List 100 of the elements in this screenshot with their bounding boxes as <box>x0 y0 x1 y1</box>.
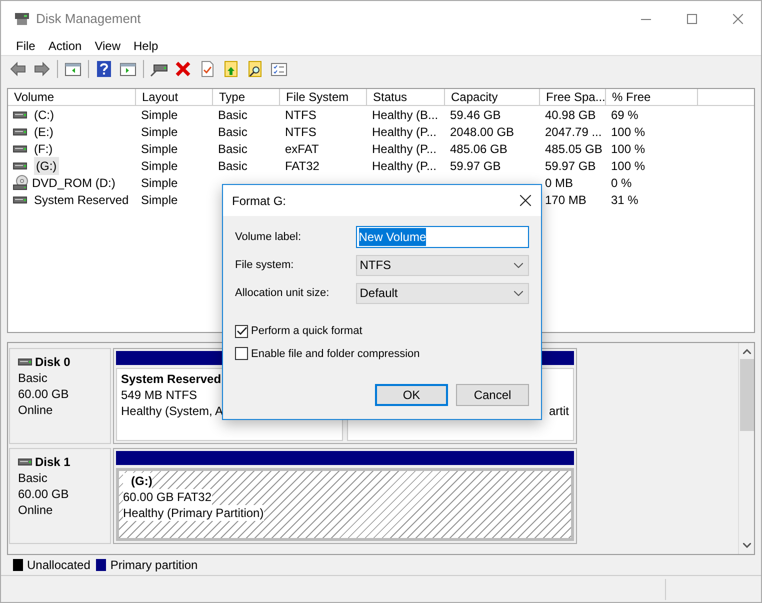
menu-item[interactable]: Help <box>128 37 164 55</box>
column-header[interactable]: Type <box>213 89 280 105</box>
table-cell-text: FAT32 <box>285 158 320 174</box>
table-cell-text: (F:) <box>34 140 53 158</box>
menu-item[interactable]: Action <box>42 37 88 55</box>
field-label: Volume label: <box>235 230 302 245</box>
disk-name: Disk 0 <box>35 354 70 370</box>
table-cell: (G:) <box>34 156 59 174</box>
drive-icon <box>13 144 27 152</box>
volume-label-field[interactable]: New Volume <box>356 226 529 248</box>
checkbox-label: Perform a quick format <box>251 324 362 339</box>
table-cell-text: 2048.00 GB <box>450 124 514 140</box>
table-cell-text: Simple <box>141 140 178 158</box>
disk-name: Disk 1 <box>35 454 70 470</box>
table-cell-text: 485.06 GB <box>450 140 508 158</box>
vertical-scrollbar[interactable] <box>738 343 754 554</box>
dropdown[interactable]: Default <box>356 282 529 304</box>
column-header[interactable]: Status <box>367 89 445 105</box>
table-cell-text: DVD_ROM (D:) <box>32 174 116 192</box>
cancel-button[interactable]: Cancel <box>456 384 529 406</box>
table-cell-text: Healthy (P... <box>372 124 436 140</box>
scroll-down-icon[interactable] <box>742 543 750 548</box>
panel-icon[interactable] <box>119 60 137 78</box>
scrollbar-thumb[interactable] <box>740 359 754 431</box>
scroll-up-icon[interactable] <box>742 349 750 354</box>
table-cell-text: Simple <box>141 192 178 208</box>
upload-folder-icon[interactable] <box>222 60 240 78</box>
disk-size: 60.00 GB <box>18 486 70 502</box>
table-cell-text: 59.46 GB <box>450 106 501 124</box>
column-header[interactable]: Free Spa... <box>540 89 606 105</box>
table-cell-text: Basic <box>218 106 248 124</box>
table-cell-text: 100 % <box>611 140 646 158</box>
minimize-icon <box>641 18 651 20</box>
table-cell-text: Simple <box>141 158 178 174</box>
help-icon[interactable] <box>95 60 113 78</box>
dropdown[interactable]: NTFS <box>356 254 529 276</box>
maximize-icon <box>687 14 697 24</box>
table-cell-text: 100 % <box>611 124 646 140</box>
selected-text: New Volume <box>358 228 426 246</box>
table-cell-text: 485.05 GB <box>545 140 602 158</box>
table-cell-text: 40.98 GB <box>545 106 596 124</box>
table-cell-text: Simple <box>141 174 178 192</box>
table-cell-text: NTFS <box>285 106 316 124</box>
disk-type: Basic <box>18 370 48 386</box>
checkbox[interactable] <box>235 347 248 360</box>
app-icon <box>14 12 30 26</box>
delete-icon[interactable] <box>174 60 192 78</box>
close-icon <box>733 14 743 24</box>
column-header[interactable]: Layout <box>136 89 213 105</box>
table-cell-text: 59.97 GB <box>545 158 596 174</box>
drive-icon <box>13 110 27 118</box>
chevron-down-icon <box>514 262 523 268</box>
table-cell-text: Basic <box>218 140 248 158</box>
partition-label: (G:) <box>123 473 152 489</box>
drive-icon <box>18 358 32 366</box>
panel-icon[interactable] <box>64 60 82 78</box>
window-title: Disk Management <box>36 10 141 28</box>
legend-label: Primary partition <box>110 557 198 574</box>
table-cell-text: Basic <box>218 124 248 140</box>
checkbox[interactable] <box>235 324 248 338</box>
ok-button[interactable]: OK <box>375 384 448 406</box>
disk-status: Online <box>18 402 54 418</box>
partition-size: 60.00 GB FAT32 <box>123 489 212 505</box>
checkbox-label: Enable file and folder compression <box>251 346 420 362</box>
column-header[interactable]: Volume <box>8 89 136 105</box>
disk-status: Online <box>18 502 54 518</box>
table-cell-text: 31 % <box>611 192 638 208</box>
drive-icon <box>18 458 32 466</box>
column-header[interactable]: % Free <box>606 89 698 105</box>
table-cell-text: 2047.79 ... <box>545 124 602 140</box>
dialog-title: Format G: <box>232 192 286 210</box>
checklist-icon[interactable] <box>270 60 288 78</box>
disk-type: Basic <box>18 470 48 486</box>
legend-label: Unallocated <box>27 557 90 574</box>
table-cell-text: Healthy (P... <box>372 140 436 158</box>
menu-item[interactable]: File <box>10 37 42 55</box>
table-cell-text: (E:) <box>34 124 54 140</box>
table-cell-text: 0 MB <box>545 174 574 192</box>
column-header[interactable]: File System <box>280 89 367 105</box>
partition-block[interactable]: (G:) 60.00 GB FAT32 Healthy (Primary Partition) <box>116 468 574 541</box>
partition-status: Healthy (Primary Partition) <box>123 505 264 521</box>
table-cell-text: exFAT <box>285 140 319 158</box>
column-header[interactable]: Capacity <box>445 89 540 105</box>
table-cell-text: Healthy (B... <box>372 106 438 124</box>
close-icon[interactable] <box>520 195 531 206</box>
field-label: Allocation unit size: <box>235 286 330 301</box>
table-cell-text: Healthy (P... <box>372 158 436 174</box>
menu-item[interactable]: View <box>88 37 126 55</box>
table-cell-text: System Reserved <box>34 192 129 208</box>
drive-icon <box>13 162 27 170</box>
disc-drive-icon <box>13 175 29 190</box>
drive-icon <box>13 128 27 136</box>
forward-arrow-icon[interactable] <box>33 60 51 78</box>
drive-icon <box>13 196 27 204</box>
back-arrow-icon[interactable] <box>9 60 27 78</box>
search-folder-icon[interactable] <box>246 60 264 78</box>
chevron-down-icon <box>514 290 523 296</box>
field-label: File system: <box>235 258 295 273</box>
check-icon <box>236 327 246 336</box>
table-cell-text: 59.97 GB <box>450 158 501 174</box>
